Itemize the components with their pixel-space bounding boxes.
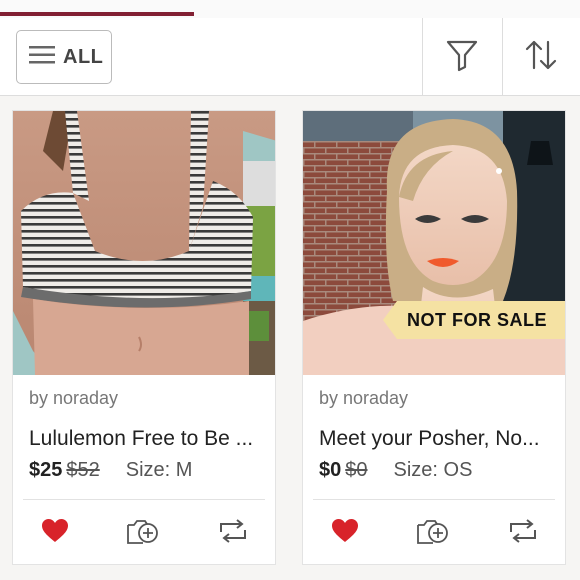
all-category-label: ALL (63, 45, 104, 68)
share-icon (217, 518, 249, 549)
filter-icon (445, 38, 479, 77)
listing-card[interactable]: by noraday Lululemon Free to Be ... $25 $… (12, 110, 276, 565)
like-button[interactable] (327, 517, 363, 549)
heart-icon (331, 518, 359, 549)
listing-price: $0 (319, 459, 342, 481)
price-row: $0 $0 Size: OS (319, 459, 472, 482)
add-to-bundle-button[interactable] (415, 517, 451, 549)
add-to-bundle-button[interactable] (125, 517, 161, 549)
listing-toolbar: ALL (0, 18, 580, 96)
sort-button[interactable] (516, 32, 566, 82)
toolbar-divider (502, 18, 503, 96)
filter-button[interactable] (437, 32, 487, 82)
not-for-sale-label: NOT FOR SALE (407, 310, 547, 330)
listing-size: Size: OS (393, 459, 473, 481)
like-button[interactable] (37, 517, 73, 549)
listing-title[interactable]: Lululemon Free to Be ... (29, 427, 265, 451)
sort-icon (524, 38, 558, 77)
seller-name[interactable]: by noraday (29, 388, 118, 409)
menu-icon (29, 45, 55, 70)
original-price: $0 (345, 459, 368, 481)
card-divider (313, 499, 555, 500)
price-row: $25 $52 Size: M (29, 459, 192, 482)
loading-progress-bar (0, 12, 194, 16)
listing-card[interactable]: NOT FOR SALE by noraday Meet your Posher… (302, 110, 566, 565)
original-price: $52 (66, 459, 100, 481)
loading-progress-track (0, 0, 580, 18)
heart-icon (41, 518, 69, 549)
all-category-button[interactable]: ALL (16, 30, 112, 84)
bundle-add-icon (126, 517, 160, 550)
listing-photo[interactable] (13, 111, 275, 375)
listing-price: $25 (29, 459, 63, 481)
listing-photo[interactable]: NOT FOR SALE (303, 111, 565, 375)
share-button[interactable] (505, 517, 541, 549)
toolbar-divider (422, 18, 423, 96)
share-icon (507, 518, 539, 549)
card-divider (23, 499, 265, 500)
bundle-add-icon (416, 517, 450, 550)
listing-title[interactable]: Meet your Posher, No... (319, 427, 555, 451)
share-button[interactable] (215, 517, 251, 549)
seller-name[interactable]: by noraday (319, 388, 408, 409)
listing-size: Size: M (125, 459, 193, 481)
